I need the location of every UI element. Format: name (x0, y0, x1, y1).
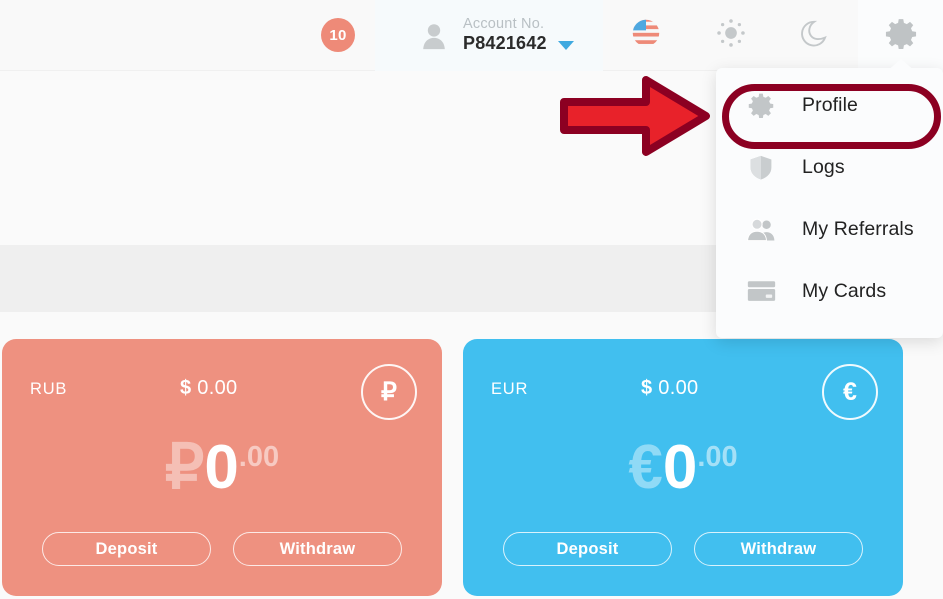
balance-amount: € 0 .00 (463, 437, 903, 499)
usd-symbol: $ (180, 377, 192, 399)
card-actions: Deposit Withdraw (463, 532, 903, 566)
gear-icon (885, 17, 917, 54)
account-label: Account No. (463, 16, 545, 33)
currency-code: RUB (30, 380, 68, 398)
theme-light-button[interactable] (688, 0, 773, 71)
credit-card-icon (746, 277, 776, 305)
menu-item-my-referrals[interactable]: My Referrals (716, 198, 943, 260)
menu-item-label: My Cards (802, 279, 887, 302)
menu-item-label: Logs (802, 155, 845, 178)
deposit-button[interactable]: Deposit (42, 532, 211, 566)
balance-currency-symbol: € (628, 433, 663, 502)
currency-symbol-badge: € (822, 364, 878, 420)
people-icon (746, 215, 776, 243)
deposit-button[interactable]: Deposit (503, 532, 672, 566)
person-icon (419, 21, 449, 51)
balance-decimal: .00 (238, 441, 280, 473)
currency-card-rub: RUB $ 0.00 ₽ ₽ 0 .00 Deposit Withdraw (2, 339, 442, 596)
account-selector[interactable]: Account No. P8421642 (375, 0, 603, 71)
shield-icon (746, 153, 776, 181)
moon-icon (800, 18, 831, 54)
arrow-annotation (560, 72, 710, 165)
top-bar: 10 Account No. P8421642 (0, 0, 943, 72)
menu-item-logs[interactable]: Logs (716, 136, 943, 198)
currency-code: EUR (491, 380, 529, 398)
gear-icon (746, 91, 776, 119)
usd-equivalent: $ 0.00 (641, 377, 698, 400)
usd-equivalent: $ 0.00 (180, 377, 237, 400)
balance-amount: ₽ 0 .00 (2, 437, 442, 499)
card-actions: Deposit Withdraw (2, 532, 442, 566)
flag-us-icon (631, 18, 661, 53)
theme-dark-button[interactable] (773, 0, 858, 71)
notification-badge-wrapper[interactable]: 10 (301, 0, 375, 70)
currency-symbol-badge: ₽ (361, 364, 417, 420)
usd-symbol: $ (641, 377, 653, 399)
balance-integer: 0 (662, 433, 698, 502)
withdraw-button[interactable]: Withdraw (694, 532, 863, 566)
balance-decimal: .00 (697, 441, 738, 473)
account-number-row: P8421642 (463, 33, 574, 54)
notification-badge[interactable]: 10 (321, 18, 355, 52)
language-flag-button[interactable] (603, 0, 688, 71)
usd-value: 0.00 (197, 377, 238, 399)
currency-card-eur: EUR $ 0.00 € € 0 .00 Deposit Withdraw (463, 339, 903, 596)
app-root: 10 Account No. P8421642 Profile Logs My … (0, 0, 943, 599)
settings-gear-button[interactable] (858, 0, 943, 72)
menu-item-profile[interactable]: Profile (716, 74, 943, 136)
usd-value: 0.00 (658, 377, 699, 399)
balance-currency-symbol: ₽ (164, 433, 205, 502)
brightness-sun-icon (715, 17, 747, 54)
account-text: Account No. P8421642 (463, 16, 574, 54)
account-number: P8421642 (463, 33, 547, 54)
dropdown-pointer (885, 59, 916, 72)
menu-item-label: My Referrals (802, 217, 914, 240)
menu-item-label: Profile (802, 93, 858, 116)
balance-integer: 0 (204, 433, 239, 502)
withdraw-button[interactable]: Withdraw (233, 532, 402, 566)
chevron-down-icon[interactable] (557, 40, 574, 50)
menu-item-my-cards[interactable]: My Cards (716, 260, 943, 322)
settings-dropdown-menu: Profile Logs My Referrals My Cards (716, 68, 943, 338)
